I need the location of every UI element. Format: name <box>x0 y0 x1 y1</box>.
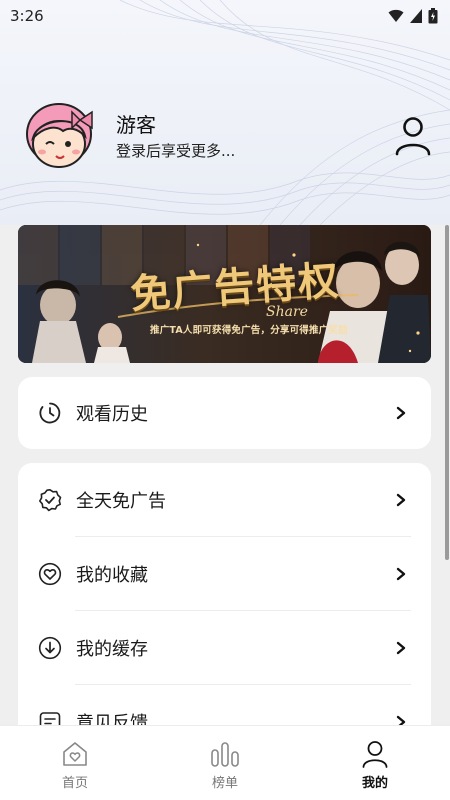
tab-label: 首页 <box>61 776 88 791</box>
menu-item-downloads[interactable]: 我的缓存 <box>18 611 431 684</box>
banner-subtitle: 推广TA人即可获得免广告，分享可得推广奖励 <box>150 325 348 336</box>
menu-item-label: 全天免广告 <box>76 490 166 512</box>
banner-script: Share <box>266 304 308 320</box>
signal-icon <box>410 9 422 23</box>
clock-icon <box>39 402 61 424</box>
heart-icon <box>38 562 62 585</box>
tab-mine[interactable]: 我的 <box>325 726 425 800</box>
history-card: 观看历史 <box>18 377 431 449</box>
status-time: 3:26 <box>10 7 44 25</box>
scrollbar[interactable] <box>445 225 449 560</box>
user-icon <box>362 741 388 768</box>
user-icon[interactable] <box>394 116 432 156</box>
username: 游客 <box>116 112 156 137</box>
chevron-right-icon <box>396 567 406 580</box>
menu-item-label: 我的缓存 <box>76 638 148 660</box>
profile-text[interactable]: 游客 登录后享受更多... <box>116 112 394 161</box>
chevron-right-icon <box>396 641 406 654</box>
menu-item-favorites[interactable]: 我的收藏 <box>18 537 431 610</box>
menu-item-label: 观看历史 <box>76 404 148 425</box>
menu-item-label: 我的收藏 <box>76 564 148 586</box>
status-bar: 3:26 <box>0 0 450 32</box>
bar-chart-icon <box>211 742 239 767</box>
status-icons <box>388 8 438 24</box>
tab-home[interactable]: 首页 <box>25 726 125 800</box>
tab-label: 榜单 <box>211 776 238 791</box>
menu-item-no-ads[interactable]: 全天免广告 <box>18 463 431 536</box>
menu-card: 全天免广告 我的收藏 我的缓存 意见反馈 <box>18 463 431 763</box>
home-heart-icon <box>63 742 87 766</box>
bottom-tab-bar: 首页 榜单 我的 <box>0 725 450 800</box>
profile-row[interactable]: 游客 登录后享受更多... <box>22 100 432 172</box>
login-prompt[interactable]: 登录后享受更多... <box>116 140 394 161</box>
battery-icon <box>428 8 438 24</box>
badge-check-icon <box>39 488 62 511</box>
tab-rankings[interactable]: 榜单 <box>175 726 275 800</box>
download-icon <box>38 636 62 659</box>
avatar[interactable] <box>22 100 96 172</box>
menu-item-history[interactable]: 观看历史 <box>18 377 431 449</box>
promo-banner[interactable]: 免广告特权 Share 推广TA人即可获得免广告，分享可得推广奖励 <box>18 225 431 363</box>
tab-label: 我的 <box>361 776 388 791</box>
profile-header: 3:26 游客 登录后享受更多... <box>0 0 450 225</box>
chevron-right-icon <box>396 493 406 506</box>
wifi-icon <box>388 9 404 22</box>
chevron-right-icon <box>396 406 406 420</box>
